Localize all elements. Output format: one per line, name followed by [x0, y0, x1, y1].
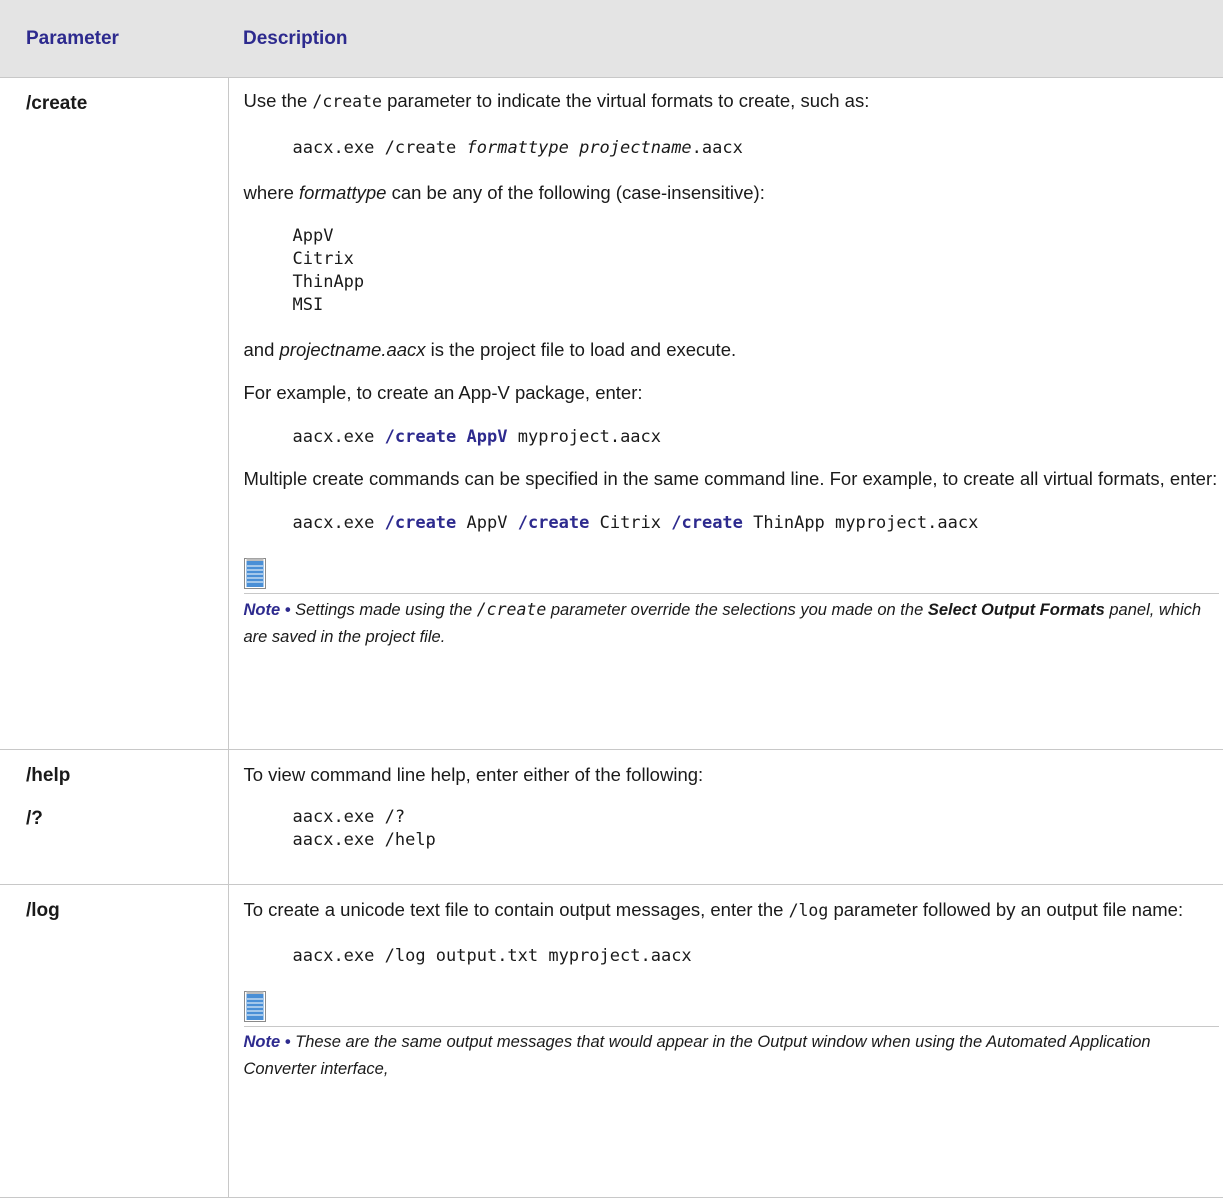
log-intro: To create a unicode text file to contain… [243, 899, 1184, 920]
param-create: /create [26, 93, 88, 114]
param-cell: /help /? [0, 749, 229, 885]
description-cell: To create a unicode text file to contain… [228, 884, 1223, 1198]
table-header-row: Parameter Description [0, 0, 1223, 78]
description-cell: To view command line help, enter either … [228, 749, 1223, 885]
header-description: Description [228, 0, 1223, 78]
log-code: aacx.exe /log output.txt myproject.aacx [292, 946, 692, 966]
create-example-text: For example, to create an App-V package,… [243, 382, 643, 403]
create-multi-code: aacx.exe /create AppV /create Citrix /cr… [292, 513, 979, 533]
param-cell: /create [0, 77, 229, 750]
note-pad-icon [243, 990, 1220, 1022]
help-intro: To view command line help, enter either … [243, 764, 704, 785]
list-item: Citrix [292, 249, 354, 269]
table-row-log: /log To create a unicode text file to co… [0, 884, 1223, 1198]
param-log: /log [26, 900, 60, 921]
description-cell: Use the /create parameter to indicate th… [228, 77, 1223, 750]
param-help: /help [26, 765, 71, 786]
format-list: AppV Citrix ThinApp MSI [293, 225, 1220, 317]
create-and-text: and projectname.aacx is the project file… [243, 339, 737, 360]
list-item: AppV [292, 226, 334, 246]
param-question: /? [26, 808, 43, 829]
create-intro: Use the /create parameter to indicate th… [243, 90, 870, 111]
header-parameter: Parameter [0, 0, 228, 78]
help-code: aacx.exe /? aacx.exe /help [292, 807, 436, 850]
note-pad-icon [243, 557, 1220, 589]
parameters-table: Parameter Description /create Use the /c… [0, 0, 1223, 1198]
create-example-code: aacx.exe /create AppV myproject.aacx [292, 427, 662, 447]
table-row-create: /create Use the /create parameter to ind… [0, 77, 1223, 750]
create-where-text: where formattype can be any of the follo… [243, 182, 765, 203]
list-item: ThinApp [292, 272, 365, 292]
create-note: Note • Settings made using the /create p… [243, 593, 1219, 651]
create-multi-text: Multiple create commands can be specifie… [243, 468, 1218, 489]
param-cell: /log [0, 884, 229, 1198]
create-syntax-code: aacx.exe /create formattype projectname.… [292, 138, 743, 158]
list-item: MSI [292, 295, 324, 315]
table-row-help: /help /? To view command line help, ente… [0, 749, 1223, 885]
log-note: Note • These are the same output message… [243, 1026, 1219, 1083]
